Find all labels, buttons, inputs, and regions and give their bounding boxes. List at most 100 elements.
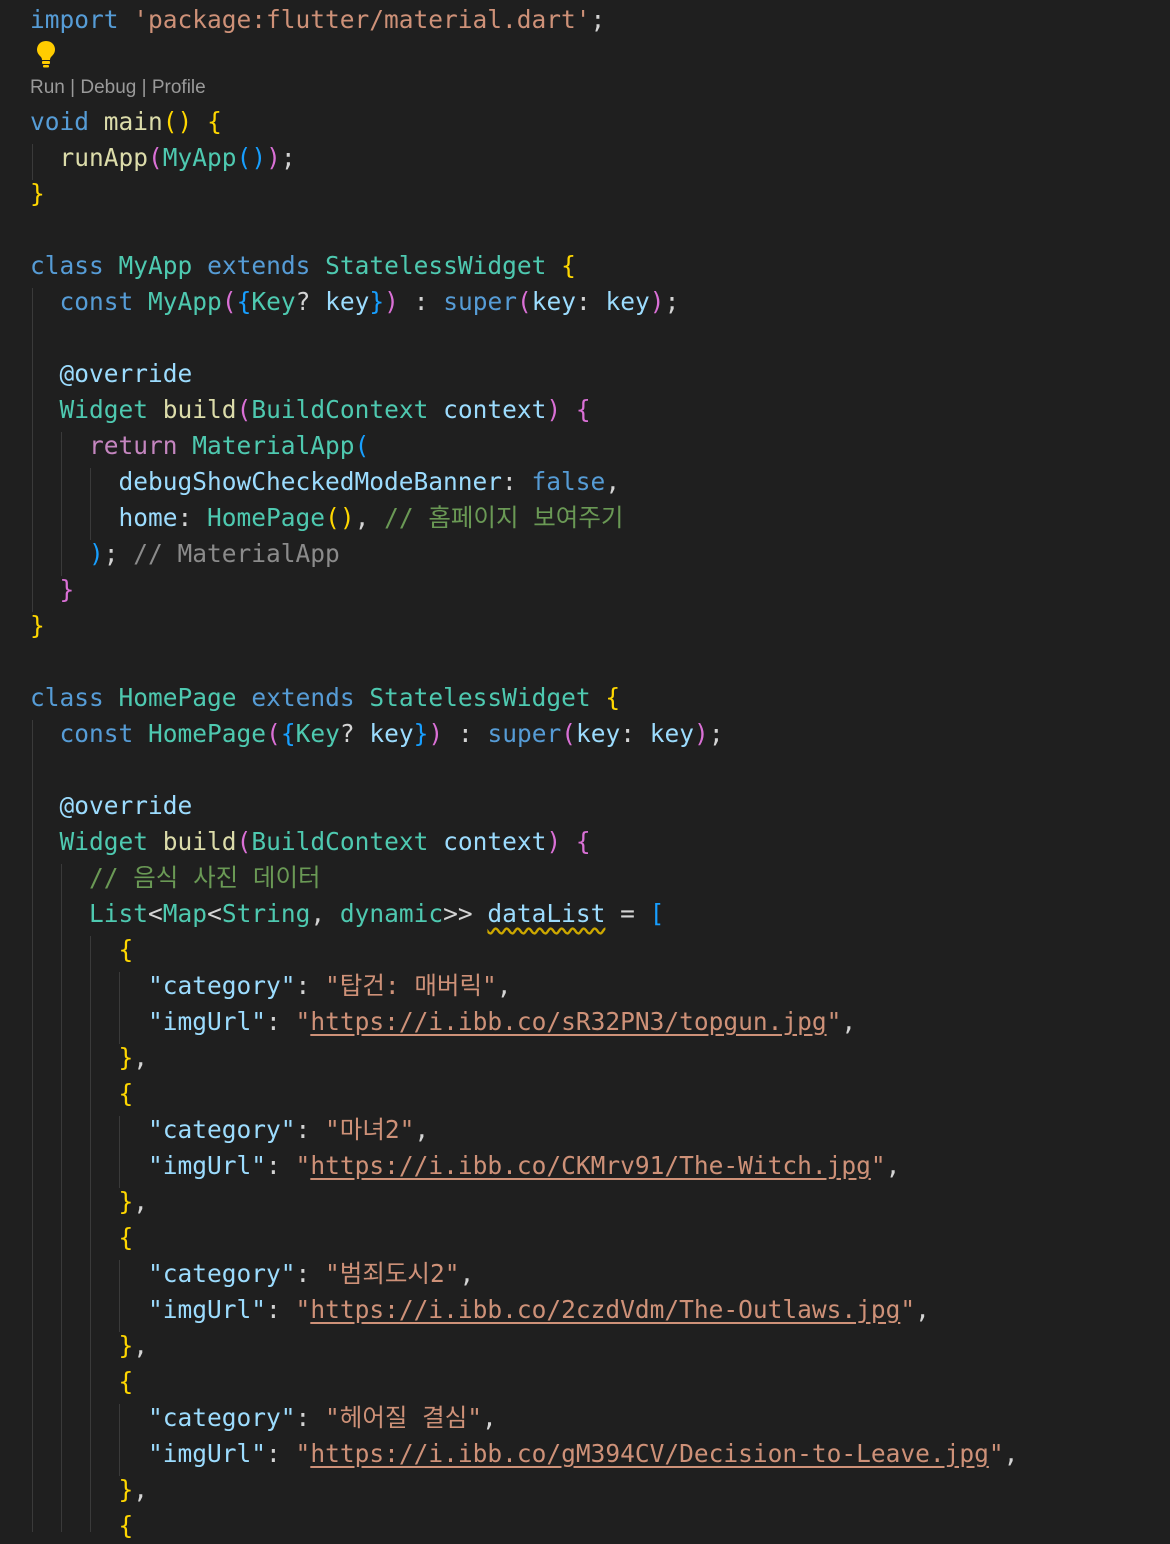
code-token: = [605, 899, 650, 928]
code-line[interactable]: } [30, 608, 45, 644]
code-token: ( [561, 719, 576, 748]
code-token: " [988, 1439, 1004, 1468]
code-token: : [502, 467, 532, 496]
code-token: main [103, 107, 163, 136]
code-token: } [30, 611, 45, 640]
code-token: build [162, 827, 237, 856]
code-line[interactable]: { [30, 1364, 134, 1400]
code-token: ; [103, 539, 134, 568]
code-line[interactable]: @override [30, 788, 193, 824]
code-token: ( [236, 827, 252, 856]
code-token: , [605, 467, 621, 496]
code-token: " [295, 1295, 311, 1324]
code-token: { [575, 827, 591, 856]
codelens: Run | Debug | Profile [30, 74, 206, 102]
code-line[interactable]: class HomePage extends StatelessWidget { [30, 680, 620, 716]
code-line[interactable]: }, [30, 1472, 149, 1508]
code-token: ( [354, 431, 370, 460]
code-line[interactable]: "imgUrl": "https://i.ibb.co/CKMrv91/The-… [30, 1148, 900, 1184]
code-line[interactable]: debugShowCheckedModeBanner: false, [30, 464, 621, 500]
code-line[interactable]: { [30, 932, 134, 968]
code-token: debugShowCheckedModeBanner [118, 467, 503, 496]
code-line[interactable]: ); // MaterialApp [30, 536, 340, 572]
code-line[interactable]: "imgUrl": "https://i.ibb.co/gM394CV/Deci… [30, 1436, 1018, 1472]
code-token: { [236, 287, 252, 316]
run-link[interactable]: Run [30, 77, 65, 98]
code-token: " [826, 1007, 842, 1036]
code-token: ) [694, 719, 709, 748]
code-line[interactable]: @override [30, 356, 193, 392]
code-token: " [295, 1007, 311, 1036]
code-token: "마녀2" [325, 1115, 415, 1144]
code-line[interactable]: const MyApp({Key? key}) : super(key: key… [30, 284, 680, 320]
code-token: } [118, 1187, 134, 1216]
code-token: , [414, 1115, 430, 1144]
code-token: } [413, 719, 429, 748]
code-token: " [870, 1151, 886, 1180]
code-token: } [118, 1475, 134, 1504]
code-line[interactable]: runApp(MyApp()); [30, 140, 296, 176]
code-token: "category" [148, 1403, 296, 1432]
code-line[interactable]: { [30, 1076, 134, 1112]
code-token: { [561, 251, 576, 280]
url-link[interactable]: https://i.ibb.co/gM394CV/Decision-to-Lea… [310, 1439, 989, 1468]
url-link[interactable]: https://i.ibb.co/CKMrv91/The-Witch.jpg [310, 1151, 871, 1180]
code-line[interactable]: "category": "범죄도시2", [30, 1256, 474, 1292]
code-line[interactable]: "imgUrl": "https://i.ibb.co/sR32PN3/topg… [30, 1004, 856, 1040]
code-token: MaterialApp [192, 431, 355, 460]
code-token: " [900, 1295, 916, 1324]
code-token: { [118, 1079, 134, 1108]
code-line[interactable]: "category": "마녀2", [30, 1112, 429, 1148]
code-line[interactable]: "category": "탑건: 매버릭", [30, 968, 512, 1004]
code-editor[interactable]: import 'package:flutter/material.dart'; … [30, 0, 1170, 1540]
code-token: context [443, 827, 547, 856]
code-token: // 음식 사진 데이터 [89, 863, 321, 892]
code-token: ) [428, 719, 444, 748]
code-token: ) [649, 287, 665, 316]
code-line[interactable]: import 'package:flutter/material.dart'; [30, 2, 605, 38]
code-token: () [236, 143, 267, 172]
code-token: HomePage [148, 719, 267, 748]
code-line[interactable]: }, [30, 1328, 149, 1364]
code-line[interactable]: "category": "헤어질 결심", [30, 1400, 497, 1436]
code-token: ) [546, 827, 562, 856]
code-token: key [325, 287, 370, 316]
code-line[interactable]: }, [30, 1040, 149, 1076]
debug-link[interactable]: Debug [80, 77, 136, 98]
code-token: , [310, 899, 340, 928]
code-token: ( [236, 395, 252, 424]
code-line[interactable]: }, [30, 1184, 149, 1220]
code-line[interactable]: { [30, 1220, 134, 1256]
url-link[interactable]: https://i.ibb.co/2czdVdm/The-Outlaws.jpg [310, 1295, 900, 1324]
code-token: } [59, 575, 75, 604]
code-token: MyApp [162, 143, 237, 172]
code-line[interactable]: home: HomePage(), // 홈페이지 보여주기 [30, 500, 624, 536]
code-token: extends [207, 251, 311, 280]
code-token: | [64, 77, 81, 98]
code-line[interactable]: } [30, 572, 75, 608]
code-line[interactable]: "imgUrl": "https://i.ibb.co/2czdVdm/The-… [30, 1292, 930, 1328]
code-token: " [295, 1439, 311, 1468]
code-line[interactable]: Widget build(BuildContext context) { [30, 392, 591, 428]
code-line[interactable]: return MaterialApp( [30, 428, 369, 464]
code-token: , [459, 1259, 475, 1288]
code-line[interactable]: List<Map<String, dynamic>> dataList = [ [30, 896, 664, 932]
code-line[interactable]: } [30, 176, 45, 212]
code-token: class [30, 251, 104, 280]
code-token: "imgUrl" [148, 1295, 267, 1324]
code-token: < [148, 899, 163, 928]
code-token: " [295, 1151, 311, 1180]
code-token: () [162, 107, 193, 136]
code-token: context [443, 395, 547, 424]
code-token: "category" [148, 1115, 296, 1144]
lightbulb-icon[interactable] [30, 38, 62, 70]
code-line[interactable]: Widget build(BuildContext context) { [30, 824, 591, 860]
url-link[interactable]: https://i.ibb.co/sR32PN3/topgun.jpg [310, 1007, 826, 1036]
code-line[interactable]: class MyApp extends StatelessWidget { [30, 248, 576, 284]
profile-link[interactable]: Profile [152, 77, 206, 98]
code-line[interactable]: void main() { [30, 104, 222, 140]
code-line[interactable]: { [30, 1508, 134, 1544]
code-line[interactable]: // 음식 사진 데이터 [30, 860, 321, 896]
code-line[interactable]: const HomePage({Key? key}) : super(key: … [30, 716, 724, 752]
code-token: >> [443, 899, 488, 928]
